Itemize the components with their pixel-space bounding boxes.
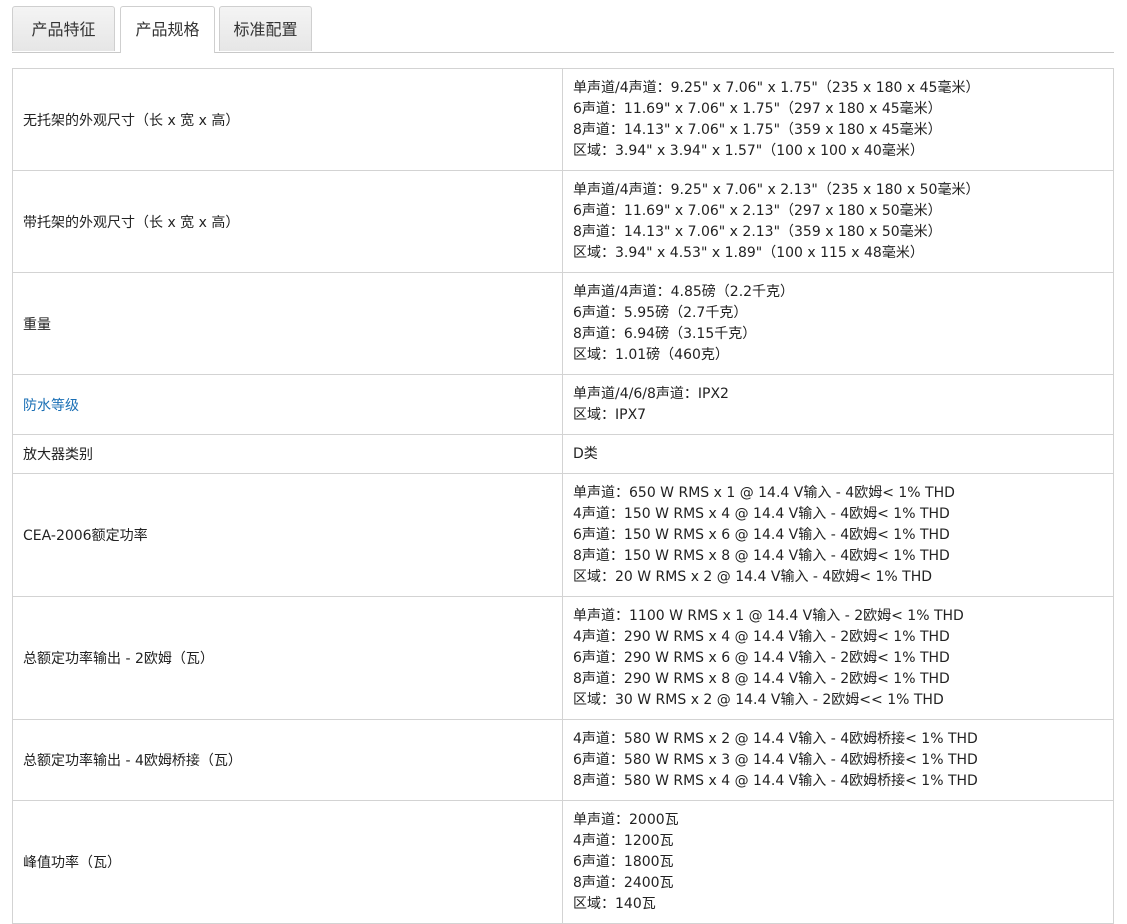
spec-label: 峰值功率（瓦） <box>23 855 121 871</box>
spec-table: 无托架的外观尺寸（长 x 宽 x 高） 单声道/4声道：9.25" x 7.06"… <box>12 68 1114 924</box>
spec-value-line: 区域：3.94" x 3.94" x 1.57"（100 x 100 x 40毫… <box>573 143 924 159</box>
spec-label-cell: 防水等级 <box>12 374 563 435</box>
spec-row: CEA-2006额定功率 单声道：650 W RMS x 1 @ 14.4 V输入… <box>12 473 1114 597</box>
spec-value-line: 6声道：1800瓦 <box>573 854 674 870</box>
spec-value-line: 4声道：150 W RMS x 4 @ 14.4 V输入 - 4欧姆< 1% T… <box>573 506 950 522</box>
spec-value-line: 单声道：650 W RMS x 1 @ 14.4 V输入 - 4欧姆< 1% T… <box>573 485 955 501</box>
spec-label-cell: 总额定功率输出 - 4欧姆桥接（瓦） <box>12 719 563 801</box>
spec-value-line: 4声道：290 W RMS x 4 @ 14.4 V输入 - 2欧姆< 1% T… <box>573 629 950 645</box>
spec-value-cell: 单声道：650 W RMS x 1 @ 14.4 V输入 - 4欧姆< 1% T… <box>562 473 1114 597</box>
spec-value-line: 4声道：580 W RMS x 2 @ 14.4 V输入 - 4欧姆桥接< 1%… <box>573 731 978 747</box>
spec-label-cell: 重量 <box>12 272 563 375</box>
spec-value-cell: 单声道/4/6/8声道：IPX2 区域：IPX7 <box>562 374 1114 435</box>
spec-row: 防水等级 单声道/4/6/8声道：IPX2 区域：IPX7 <box>12 374 1114 435</box>
spec-value-cell: 单声道：1100 W RMS x 1 @ 14.4 V输入 - 2欧姆< 1% … <box>562 596 1114 720</box>
spec-value-line: 6声道：150 W RMS x 6 @ 14.4 V输入 - 4欧姆< 1% T… <box>573 527 950 543</box>
spec-value-line: 6声道：11.69" x 7.06" x 2.13"（297 x 180 x 5… <box>573 203 942 219</box>
spec-value-line: 区域：20 W RMS x 2 @ 14.4 V输入 - 4欧姆< 1% THD <box>573 569 933 585</box>
spec-label-cell: 总额定功率输出 - 2欧姆（瓦） <box>12 596 563 720</box>
spec-value-line: 8声道：14.13" x 7.06" x 1.75"（359 x 180 x 4… <box>573 122 942 138</box>
spec-value-cell: D类 <box>562 434 1114 474</box>
spec-row: 总额定功率输出 - 4欧姆桥接（瓦） 4声道：580 W RMS x 2 @ 14… <box>12 719 1114 801</box>
spec-row: 总额定功率输出 - 2欧姆（瓦） 单声道：1100 W RMS x 1 @ 14.… <box>12 596 1114 720</box>
spec-value-line: 单声道/4声道：4.85磅（2.2千克） <box>573 284 795 300</box>
spec-label: 重量 <box>23 316 51 333</box>
spec-value-cell: 单声道：2000瓦 4声道：1200瓦 6声道：1800瓦 8声道：2400瓦 区域：1… <box>562 800 1114 924</box>
spec-value-line: 6声道：290 W RMS x 6 @ 14.4 V输入 - 2欧姆< 1% T… <box>573 650 950 666</box>
spec-value-line: 4声道：1200瓦 <box>573 833 674 849</box>
tab-standard-config[interactable]: 标准配置 <box>219 6 312 51</box>
spec-value-line: 区域：30 W RMS x 2 @ 14.4 V输入 - 2欧姆<< 1% TH… <box>573 692 944 708</box>
spec-value-line: 8声道：14.13" x 7.06" x 2.13"（359 x 180 x 5… <box>573 224 942 240</box>
spec-value-line: 单声道/4/6/8声道：IPX2 <box>573 386 729 402</box>
spec-label-link[interactable]: 防水等级 <box>23 398 79 414</box>
spec-label-cell: CEA-2006额定功率 <box>12 473 563 597</box>
spec-value-line: 区域：IPX7 <box>573 407 647 423</box>
spec-value-cell: 单声道/4声道：4.85磅（2.2千克） 6声道：5.95磅（2.7千克） 8声道：… <box>562 272 1114 375</box>
tab-bar: 产品特征 产品规格 标准配置 <box>12 6 1114 53</box>
spec-value-line: 单声道：2000瓦 <box>573 812 679 828</box>
spec-label: 总额定功率输出 - 4欧姆桥接（瓦） <box>23 753 242 769</box>
spec-value-line: 6声道：5.95磅（2.7千克） <box>573 305 748 321</box>
spec-value-line: D类 <box>573 446 598 462</box>
spec-label-cell: 无托架的外观尺寸（长 x 宽 x 高） <box>12 68 563 171</box>
spec-value-line: 单声道：1100 W RMS x 1 @ 14.4 V输入 - 2欧姆< 1% … <box>573 608 964 624</box>
spec-value-line: 6声道：580 W RMS x 3 @ 14.4 V输入 - 4欧姆桥接< 1%… <box>573 752 978 768</box>
spec-label: CEA-2006额定功率 <box>23 528 148 544</box>
spec-value-line: 8声道：150 W RMS x 8 @ 14.4 V输入 - 4欧姆< 1% T… <box>573 548 950 564</box>
spec-row: 重量 单声道/4声道：4.85磅（2.2千克） 6声道：5.95磅（2.7千克） 8声… <box>12 272 1114 375</box>
spec-value-line: 8声道：2400瓦 <box>573 875 674 891</box>
tab-features[interactable]: 产品特征 <box>12 6 115 51</box>
tab-specifications[interactable]: 产品规格 <box>120 6 215 53</box>
spec-value-cell: 4声道：580 W RMS x 2 @ 14.4 V输入 - 4欧姆桥接< 1%… <box>562 719 1114 801</box>
spec-row: 放大器类别 D类 <box>12 434 1114 474</box>
spec-label: 无托架的外观尺寸（长 x 宽 x 高） <box>23 112 240 129</box>
spec-value-line: 单声道/4声道：9.25" x 7.06" x 2.13"（235 x 180 … <box>573 182 980 198</box>
spec-value-line: 8声道：580 W RMS x 4 @ 14.4 V输入 - 4欧姆桥接< 1%… <box>573 773 978 789</box>
spec-value-cell: 单声道/4声道：9.25" x 7.06" x 2.13"（235 x 180 … <box>562 170 1114 273</box>
spec-value-line: 区域：3.94" x 4.53" x 1.89"（100 x 115 x 48毫… <box>573 245 924 261</box>
spec-row: 无托架的外观尺寸（长 x 宽 x 高） 单声道/4声道：9.25" x 7.06"… <box>12 68 1114 171</box>
spec-value-line: 8声道：6.94磅（3.15千克） <box>573 326 757 342</box>
spec-label: 带托架的外观尺寸（长 x 宽 x 高） <box>23 214 240 231</box>
spec-label: 放大器类别 <box>23 447 93 463</box>
spec-value-line: 单声道/4声道：9.25" x 7.06" x 1.75"（235 x 180 … <box>573 80 980 96</box>
spec-row: 峰值功率（瓦） 单声道：2000瓦 4声道：1200瓦 6声道：1800瓦 8声道：24… <box>12 800 1114 924</box>
spec-table-body: 无托架的外观尺寸（长 x 宽 x 高） 单声道/4声道：9.25" x 7.06"… <box>12 68 1114 924</box>
spec-label: 总额定功率输出 - 2欧姆（瓦） <box>23 651 214 667</box>
spec-label-cell: 放大器类别 <box>12 434 563 474</box>
spec-value-cell: 单声道/4声道：9.25" x 7.06" x 1.75"（235 x 180 … <box>562 68 1114 171</box>
spec-value-line: 区域：1.01磅（460克） <box>573 347 729 363</box>
spec-label-cell: 峰值功率（瓦） <box>12 800 563 924</box>
spec-value-line: 6声道：11.69" x 7.06" x 1.75"（297 x 180 x 4… <box>573 101 942 117</box>
spec-value-line: 8声道：290 W RMS x 8 @ 14.4 V输入 - 2欧姆< 1% T… <box>573 671 950 687</box>
spec-label-cell: 带托架的外观尺寸（长 x 宽 x 高） <box>12 170 563 273</box>
spec-row: 带托架的外观尺寸（长 x 宽 x 高） 单声道/4声道：9.25" x 7.06"… <box>12 170 1114 273</box>
spec-value-line: 区域：140瓦 <box>573 896 656 912</box>
